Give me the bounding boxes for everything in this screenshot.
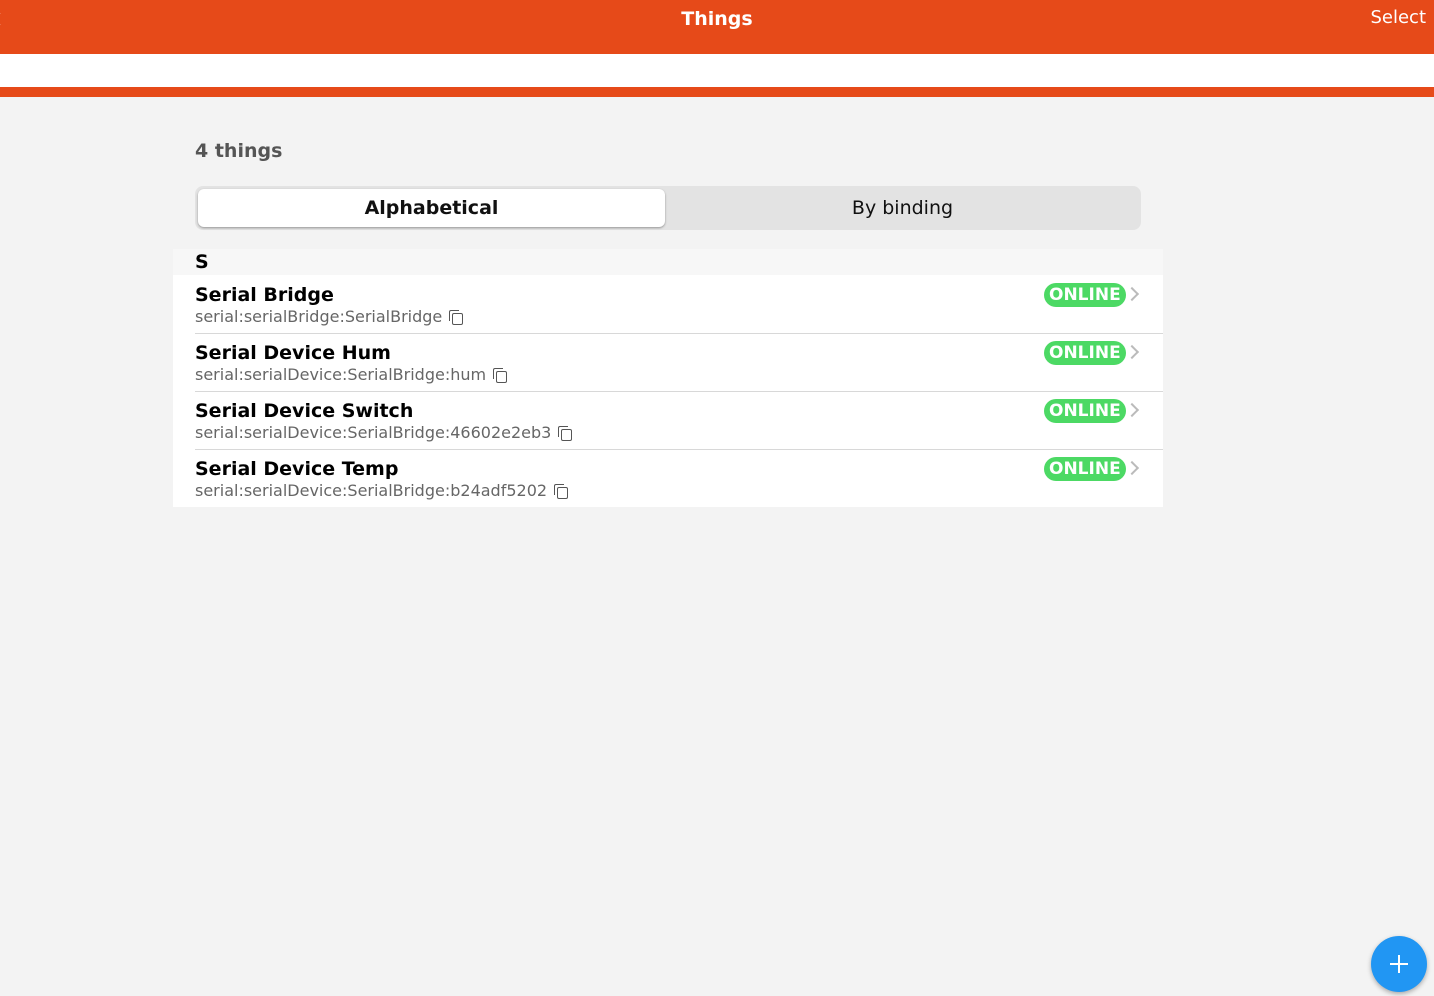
- group-title: S: [173, 249, 1163, 275]
- navbar: Things Select: [0, 0, 1434, 54]
- status-badge: ONLINE: [1044, 341, 1126, 365]
- add-thing-button[interactable]: [1371, 936, 1427, 992]
- copy-icon[interactable]: [492, 367, 508, 383]
- page-title: Things: [681, 8, 753, 30]
- navbar-accent-strip: [0, 87, 1434, 97]
- thing-uid-text: serial:serialDevice:SerialBridge:hum: [195, 365, 487, 384]
- thing-title: Serial Device Hum: [195, 342, 391, 364]
- thing-uid-text: serial:serialBridge:SerialBridge: [195, 307, 443, 326]
- select-button[interactable]: Select: [1370, 6, 1426, 30]
- thing-uid: serial:serialDevice:SerialBridge:46602e2…: [195, 423, 573, 443]
- thing-uid-text: serial:serialDevice:SerialBridge:46602e2…: [195, 423, 552, 442]
- search-input[interactable]: [0, 54, 1434, 87]
- status-badge: ONLINE: [1044, 457, 1126, 481]
- searchbar: [0, 54, 1434, 87]
- thing-item-serial-device-temp[interactable]: Serial Device Temp serial:serialDevice:S…: [173, 449, 1163, 507]
- copy-icon[interactable]: [557, 425, 573, 441]
- thing-uid: serial:serialDevice:SerialBridge:b24adf5…: [195, 481, 569, 501]
- thing-item-serial-bridge[interactable]: Serial Bridge serial:serialBridge:Serial…: [173, 275, 1163, 333]
- copy-icon[interactable]: [553, 483, 569, 499]
- thing-title: Serial Device Temp: [195, 458, 399, 480]
- tab-by-binding[interactable]: By binding: [667, 189, 1138, 227]
- thing-uid: serial:serialDevice:SerialBridge:hum: [195, 365, 508, 385]
- status-badge: ONLINE: [1044, 399, 1126, 423]
- chevron-right-icon: [1124, 344, 1140, 360]
- tab-alphabetical[interactable]: Alphabetical: [198, 189, 665, 227]
- chevron-right-icon: [1124, 402, 1140, 418]
- thing-title: Serial Bridge: [195, 284, 334, 306]
- thing-uid: serial:serialBridge:SerialBridge: [195, 307, 464, 327]
- chevron-right-icon: [1124, 286, 1140, 302]
- thing-uid-text: serial:serialDevice:SerialBridge:b24adf5…: [195, 481, 548, 500]
- chevron-right-icon: [1124, 460, 1140, 476]
- copy-icon[interactable]: [448, 309, 464, 325]
- sort-segmented-control: Alphabetical By binding: [195, 186, 1141, 230]
- thing-item-serial-device-hum[interactable]: Serial Device Hum serial:serialDevice:Se…: [173, 333, 1163, 391]
- things-list: S Serial Bridge serial:serialBridge:Seri…: [173, 249, 1163, 507]
- thing-title: Serial Device Switch: [195, 400, 414, 422]
- things-count: 4 things: [195, 140, 283, 162]
- status-badge: ONLINE: [1044, 283, 1126, 307]
- thing-item-serial-device-switch[interactable]: Serial Device Switch serial:serialDevice…: [173, 391, 1163, 449]
